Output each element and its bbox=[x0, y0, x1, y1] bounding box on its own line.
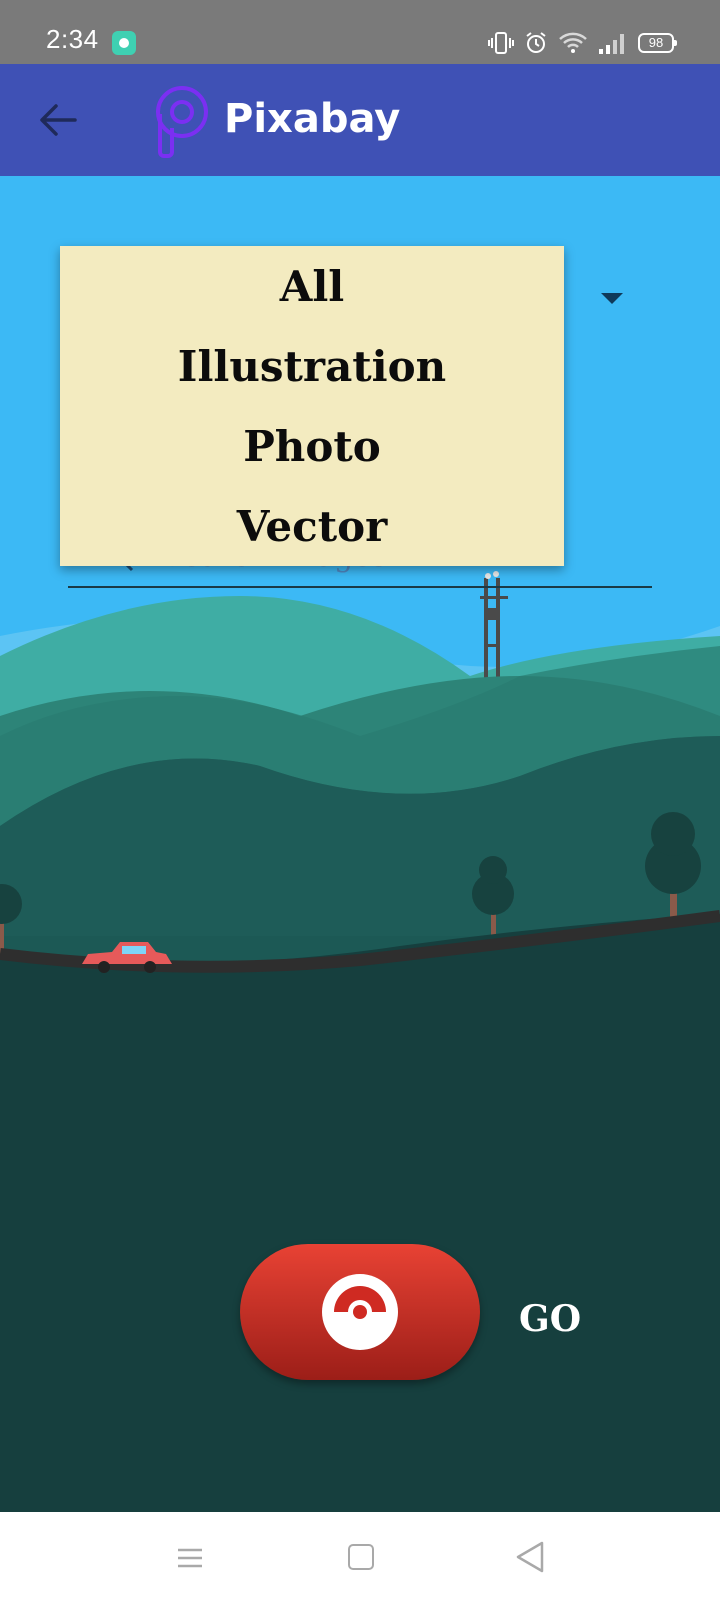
dropdown-item-photo[interactable]: Photo bbox=[60, 406, 564, 486]
status-icons: 98 bbox=[488, 30, 677, 56]
signal-icon bbox=[599, 34, 624, 54]
app-notification-icon bbox=[112, 31, 136, 55]
vibrate-icon bbox=[488, 32, 514, 54]
status-bar: 2:34 98 bbox=[0, 0, 720, 64]
app-title: Pixabay bbox=[224, 96, 401, 142]
type-spinner-dropdown-arrow[interactable] bbox=[601, 293, 623, 304]
dropdown-item-illustration[interactable]: Illustration bbox=[60, 326, 564, 406]
home-icon[interactable] bbox=[348, 1544, 374, 1570]
menu-icon[interactable] bbox=[176, 1544, 204, 1572]
arrow-left-icon bbox=[40, 104, 77, 136]
go-button[interactable] bbox=[240, 1244, 480, 1380]
pokeball-icon bbox=[322, 1274, 398, 1350]
status-time: 2:34 bbox=[46, 24, 99, 54]
system-nav-bar bbox=[0, 1512, 720, 1600]
back-icon[interactable] bbox=[514, 1540, 546, 1574]
dropdown-item-vector[interactable]: Vector bbox=[60, 486, 564, 566]
search-underline bbox=[68, 586, 652, 588]
back-button[interactable] bbox=[26, 88, 90, 152]
pixabay-logo bbox=[156, 86, 208, 158]
alarm-icon bbox=[526, 32, 546, 53]
go-label[interactable]: GO bbox=[519, 1298, 581, 1340]
wifi-icon bbox=[559, 32, 587, 53]
dropdown-item-all[interactable]: All bbox=[60, 246, 564, 326]
battery-icon: 98 bbox=[638, 33, 677, 53]
type-dropdown-menu: All Illustration Photo Vector bbox=[60, 246, 564, 566]
app-bar: Pixabay bbox=[0, 64, 720, 176]
